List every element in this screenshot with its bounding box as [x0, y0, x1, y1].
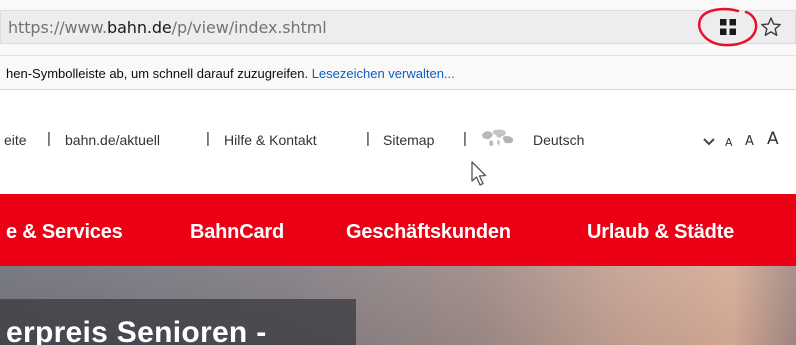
main-nav-item-bahncard[interactable]: BahnCard — [190, 221, 284, 244]
main-nav-item-urlaub[interactable]: Urlaub & Städte — [587, 221, 734, 244]
hero-title[interactable]: erpreis Senioren - — [6, 316, 267, 345]
meta-separator: | — [47, 130, 51, 147]
bookmarks-hint-text: hen-Symbolleiste ab, um schnell darauf z… — [6, 66, 309, 81]
url-prefix: https://www. — [8, 18, 108, 37]
meta-nav-item-startseite[interactable]: eite — [4, 132, 27, 148]
meta-separator: | — [206, 130, 210, 147]
url-text[interactable]: https://www.bahn.de/p/view/index.shtml — [8, 18, 327, 37]
meta-nav-item-hilfe[interactable]: Hilfe & Kontakt — [224, 132, 317, 148]
language-selector-label[interactable]: Deutsch — [533, 132, 584, 148]
chevron-down-icon[interactable] — [702, 134, 716, 146]
font-size-small[interactable]: A — [725, 136, 733, 149]
font-size-medium[interactable]: A — [745, 134, 754, 149]
url-path: /p/view/index.shtml — [171, 18, 327, 37]
url-domain: bahn.de — [107, 18, 172, 37]
meta-nav-item-sitemap[interactable]: Sitemap — [383, 132, 434, 148]
manage-bookmarks-link[interactable]: Lesezeichen verwalten... — [312, 66, 455, 81]
main-nav-item-geschaeftskunden[interactable]: Geschäftskunden — [346, 221, 511, 244]
annotation-circle — [694, 6, 764, 50]
font-size-large[interactable]: A — [767, 129, 779, 149]
mouse-cursor-icon — [470, 160, 490, 188]
bookmarks-hint: hen-Symbolleiste ab, um schnell darauf z… — [6, 66, 455, 81]
globe-icon — [478, 127, 520, 149]
bookmark-star-icon[interactable] — [760, 16, 782, 38]
main-nav-item-services[interactable]: e & Services — [6, 221, 123, 244]
meta-separator: | — [366, 130, 370, 147]
meta-separator: | — [463, 130, 467, 147]
meta-nav-item-aktuell[interactable]: bahn.de/aktuell — [65, 132, 160, 148]
